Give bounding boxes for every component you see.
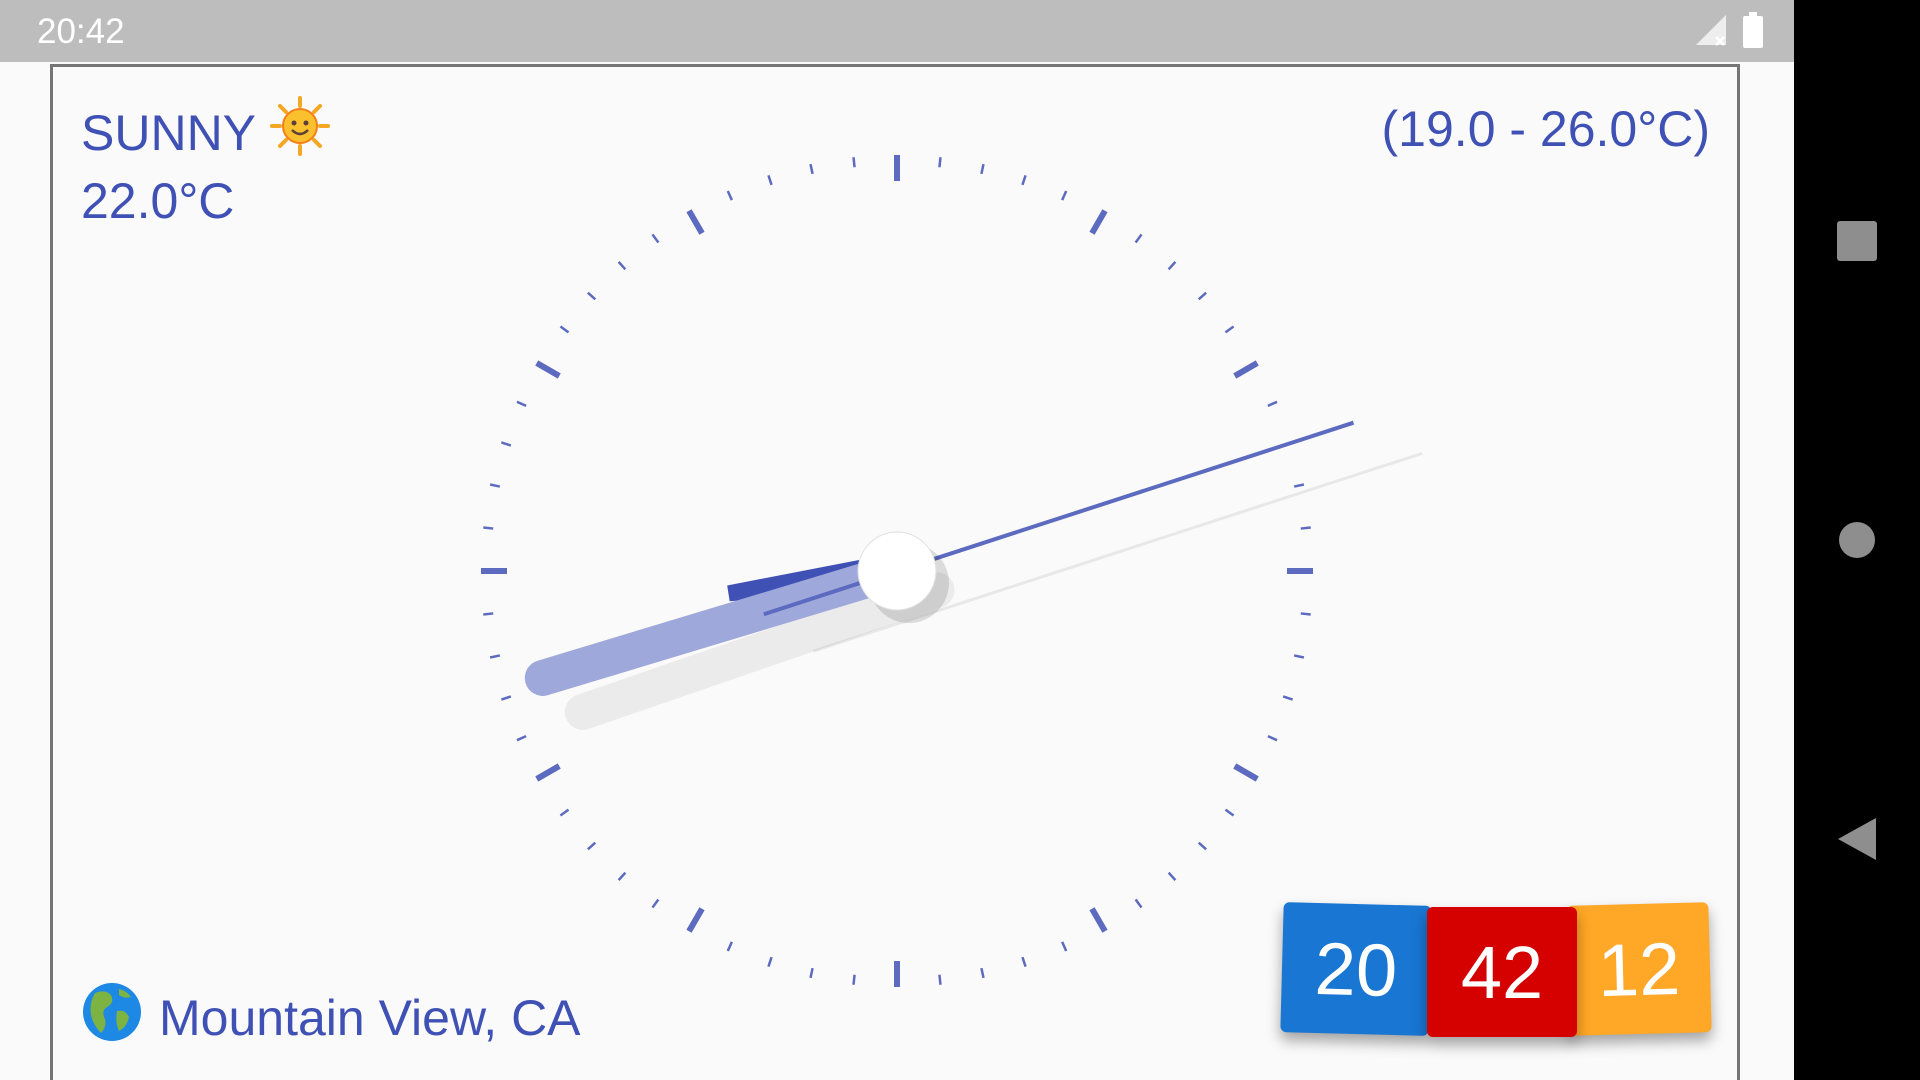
minute-tick xyxy=(483,612,494,616)
digital-time: 20 12 42 xyxy=(1280,902,1720,1042)
second-hand xyxy=(763,420,1355,617)
minute-tick xyxy=(1300,526,1311,530)
hour-tick xyxy=(686,907,705,933)
minute-tick xyxy=(726,941,734,952)
minute-tick xyxy=(1224,808,1235,817)
minute-tick xyxy=(1021,956,1027,968)
minute-tick xyxy=(1293,483,1305,488)
minute-tick xyxy=(1300,612,1311,616)
minute-tick xyxy=(559,808,570,817)
back-button[interactable] xyxy=(1794,784,1920,894)
minute-tick xyxy=(617,261,627,271)
minute-tick xyxy=(483,526,494,530)
minute-tick xyxy=(852,974,856,985)
minute-tick xyxy=(938,974,942,985)
minute-tick xyxy=(489,654,501,659)
seconds-tile: 12 xyxy=(1566,902,1712,1036)
back-triangle-icon xyxy=(1838,818,1876,860)
minute-tick xyxy=(938,157,942,168)
minute-tick xyxy=(1134,898,1143,909)
minute-tick xyxy=(1167,261,1177,271)
square-icon xyxy=(1837,221,1877,261)
hour-tick xyxy=(1233,763,1259,782)
minute-tick xyxy=(516,400,527,408)
minute-tick xyxy=(651,898,660,909)
minute-tick xyxy=(809,163,814,175)
minute-tick xyxy=(1267,734,1278,742)
hour-tick xyxy=(535,360,561,379)
hour-tick xyxy=(1089,907,1108,933)
minute-tick xyxy=(617,871,627,881)
minute-tick xyxy=(809,967,814,979)
minute-tick xyxy=(516,734,527,742)
home-button[interactable] xyxy=(1794,485,1920,595)
hour-tick xyxy=(1233,360,1259,379)
minute-tick xyxy=(852,157,856,168)
minute-tick xyxy=(1167,871,1177,881)
minute-tick xyxy=(1134,233,1143,244)
minute-tick xyxy=(500,695,512,701)
hour-tick xyxy=(686,209,705,235)
minute-tick xyxy=(726,190,734,201)
clock-hands xyxy=(524,420,1423,730)
minute-tick xyxy=(1267,400,1278,408)
minute-tick xyxy=(980,967,985,979)
navigation-bar xyxy=(1794,0,1920,1080)
hour-tick xyxy=(535,763,561,782)
minute-tick xyxy=(1060,941,1068,952)
minute-tick xyxy=(500,441,512,447)
minutes-tile: 42 xyxy=(1427,907,1577,1037)
center-cap xyxy=(857,531,937,611)
minute-tick xyxy=(1197,291,1207,301)
minute-tick xyxy=(1293,654,1305,659)
hours-tile: 20 xyxy=(1280,902,1432,1036)
minute-tick xyxy=(1282,695,1294,701)
recents-button[interactable] xyxy=(1794,186,1920,296)
minute-tick xyxy=(587,291,597,301)
minute-tick xyxy=(1224,325,1235,334)
minute-tick xyxy=(767,956,773,968)
minute-tick xyxy=(1021,174,1027,186)
minute-tick xyxy=(489,483,501,488)
minute-tick xyxy=(980,163,985,175)
circle-icon xyxy=(1839,522,1875,558)
minute-tick xyxy=(651,233,660,244)
minute-tick xyxy=(559,325,570,334)
minute-tick xyxy=(587,841,597,851)
minute-tick xyxy=(767,174,773,186)
hour-tick xyxy=(1089,209,1108,235)
minute-tick xyxy=(1197,841,1207,851)
minute-tick xyxy=(1060,190,1068,201)
